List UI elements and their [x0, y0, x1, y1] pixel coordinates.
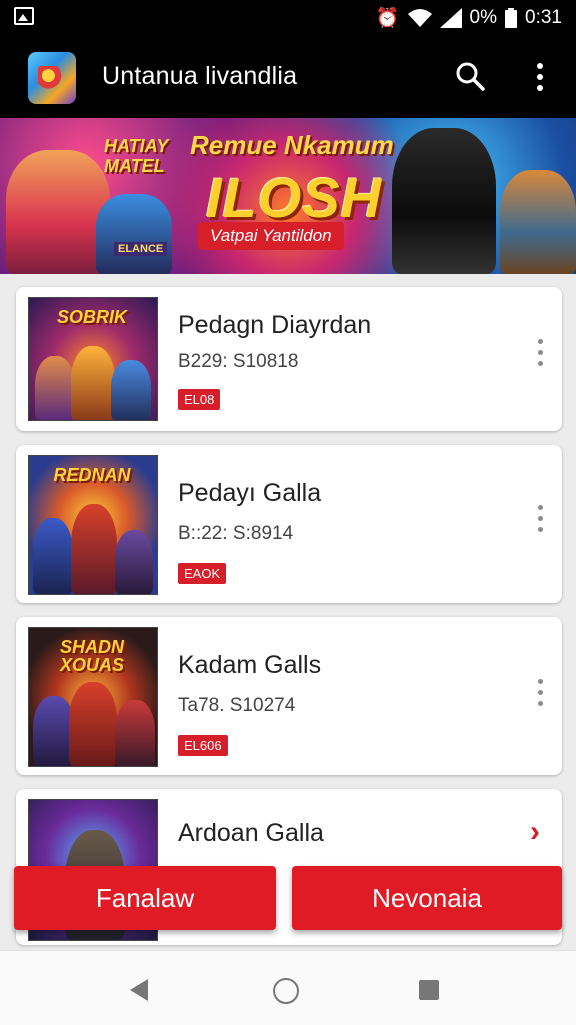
alarm-icon: ⏰ — [375, 8, 400, 29]
game-thumbnail: REDNAN — [28, 455, 158, 595]
thumbnail-title: SOBRIK — [56, 307, 127, 327]
right-action-button[interactable]: Nevonaia — [292, 866, 562, 930]
promo-banner[interactable]: HATIAY MATEL Remue Nkamum ILOSH Vatpai Y… — [0, 118, 576, 274]
thumbnail-title: REDNAN — [53, 465, 131, 485]
item-tag: EL606 — [178, 735, 228, 756]
signal-icon — [439, 8, 462, 28]
app-title: Untanua livandlia — [102, 62, 298, 90]
banner-hero-image — [500, 170, 576, 274]
game-list: SOBRIK Pedagn Diayrdan B229: S10818 EL08… — [16, 287, 562, 959]
banner-headline: Remue Nkamum — [190, 130, 394, 160]
search-icon[interactable] — [454, 60, 486, 92]
banner-title: ILOSH — [206, 166, 383, 229]
app-logo-icon — [28, 52, 76, 104]
clock: 0:31 — [525, 7, 562, 28]
item-title: Pedagn Diayrdan — [178, 311, 372, 339]
item-menu-icon[interactable] — [536, 679, 544, 715]
more-options-icon[interactable] — [524, 60, 556, 94]
thumbnail-figure — [33, 518, 73, 594]
item-meta: B::22: S:8914 — [178, 523, 294, 544]
list-item[interactable]: SHADN XOUAS Kadam Galls Ta78. S10274 EL6… — [16, 617, 562, 775]
banner-subtitle: Vatpai Yantildon — [198, 222, 344, 250]
item-title: Ardoan Galla — [178, 819, 324, 847]
thumbnail-figure — [115, 700, 155, 766]
chevron-right-icon[interactable]: › — [530, 815, 540, 849]
list-item[interactable]: SOBRIK Pedagn Diayrdan B229: S10818 EL08 — [16, 287, 562, 431]
thumbnail-figure — [111, 360, 151, 420]
game-thumbnail: SHADN XOUAS — [28, 627, 158, 767]
item-menu-icon[interactable] — [536, 339, 544, 375]
item-tag: EAOK — [178, 563, 227, 584]
banner-hero-image — [6, 150, 110, 274]
banner-badge: ELANCE — [114, 242, 168, 256]
banner-hero-image — [96, 194, 172, 274]
thumbnail-figure — [71, 504, 117, 594]
thumbnail-figure — [115, 530, 153, 594]
item-title: Kadam Galls — [178, 651, 322, 679]
item-meta: B229: S10818 — [178, 351, 299, 372]
item-tag: EL08 — [178, 389, 221, 410]
banner-left-text: HATIAY MATEL — [104, 136, 169, 176]
left-action-button[interactable]: Fanalaw — [14, 866, 276, 930]
banner-hero-image — [392, 128, 496, 274]
thumbnail-title: SHADN XOUAS — [59, 637, 124, 675]
battery-percent: 0% — [469, 7, 498, 28]
home-icon[interactable] — [273, 978, 299, 1004]
thumbnail-figure — [71, 346, 115, 420]
item-menu-icon[interactable] — [536, 505, 544, 541]
wifi-icon — [407, 9, 432, 27]
thumbnail-figure — [35, 356, 75, 420]
back-icon[interactable] — [130, 979, 148, 1001]
thumbnail-figure — [69, 682, 117, 766]
game-thumbnail: SOBRIK — [28, 297, 158, 421]
system-nav-bar — [0, 950, 576, 1025]
battery-icon — [505, 8, 518, 28]
status-bar: ⏰ 0% 0:31 — [0, 0, 576, 36]
gallery-notification-icon — [14, 7, 34, 25]
app-bar: Untanua livandlia — [0, 36, 576, 118]
item-title: Pedayı Galla — [178, 479, 322, 507]
status-indicators: ⏰ 0% 0:31 — [376, 6, 562, 30]
item-meta: Ta78. S10274 — [178, 695, 296, 716]
recent-apps-icon[interactable] — [419, 980, 439, 1000]
list-item[interactable]: REDNAN Pedayı Galla B::22: S:8914 EAOK — [16, 445, 562, 603]
